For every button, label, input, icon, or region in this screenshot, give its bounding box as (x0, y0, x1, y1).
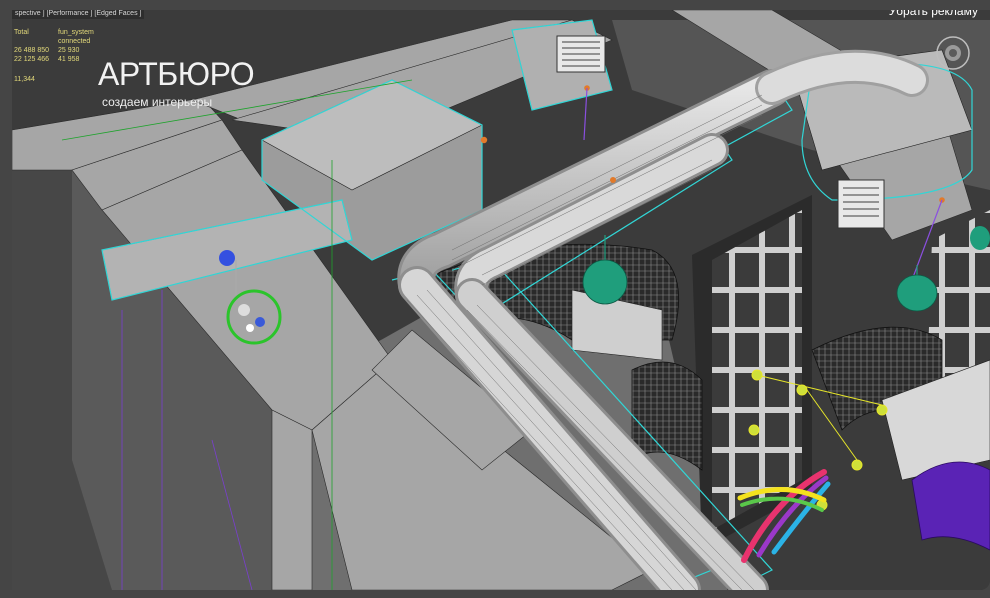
viewport-shading-menu[interactable]: [Edged Faces ] (92, 10, 141, 17)
stats-value: fun_system connected (58, 29, 94, 45)
brand-slogan: создаем интерьеры (102, 95, 213, 109)
stats-label: Total (14, 29, 29, 36)
stats-row: Total fun_system connected (14, 28, 118, 46)
remove-ads-link[interactable]: Убрать рекламу (889, 10, 978, 18)
vent-grille-icon (837, 179, 885, 229)
viewport-view-menu[interactable]: spective ] (15, 10, 45, 17)
stats-label: 22 125 466 (14, 56, 50, 63)
stats-row: 26 488 850 25 930 (14, 46, 118, 55)
vent-grille-icon (556, 35, 606, 73)
stats-value: 25 930 (58, 47, 80, 54)
viewport-label[interactable]: spective ] [Performance ] [Edged Faces ] (12, 10, 145, 19)
perspective-viewport[interactable]: spective ] [Performance ] [Edged Faces ]… (12, 10, 990, 590)
viewport-performance-menu[interactable]: [Performance ] (45, 10, 93, 17)
view-cube-icon[interactable] (934, 34, 972, 72)
app-frame: spective ] [Performance ] [Edged Faces ]… (0, 0, 990, 598)
stats-label: 26 488 850 (14, 47, 50, 54)
brand-logo (737, 469, 831, 563)
brand-name: АРТБЮРО (98, 56, 255, 92)
brand-swoosh-icon (737, 469, 831, 563)
